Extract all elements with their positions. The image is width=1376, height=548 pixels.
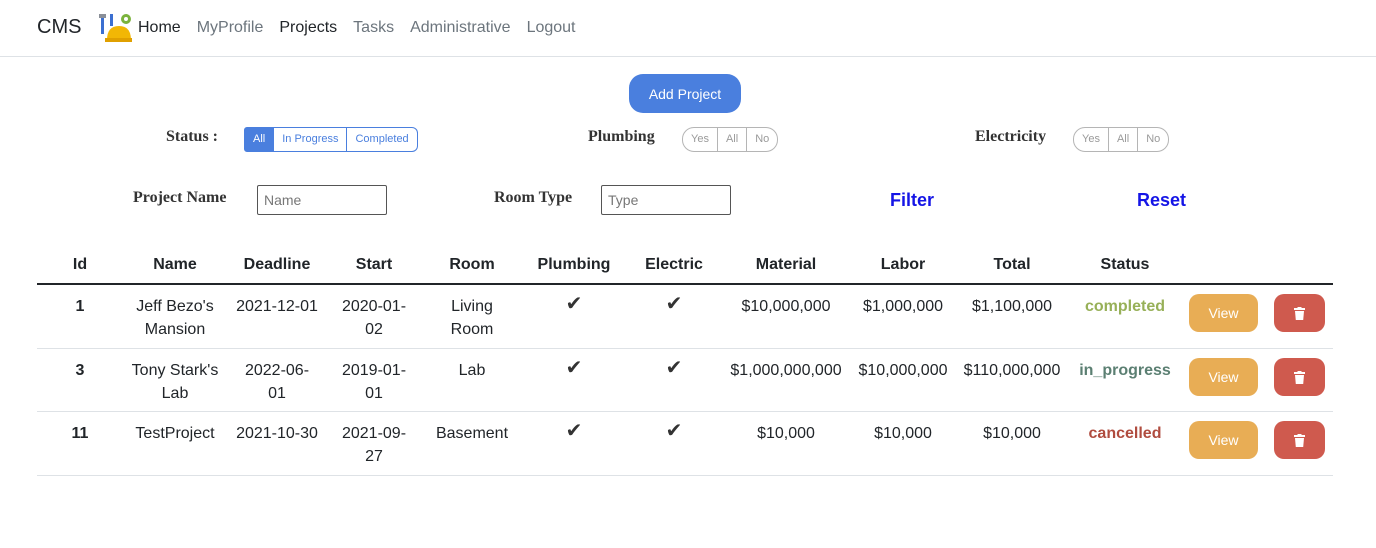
brand[interactable]: CMS (37, 16, 81, 39)
view-button[interactable]: View (1189, 421, 1258, 459)
check-icon: ✔ (565, 420, 583, 442)
cell-total: $10,000 (983, 425, 1041, 442)
plumbing-filter-group: Yes All No (682, 127, 779, 152)
status-badge: in_progress (1079, 362, 1171, 379)
project-name-label: Project Name (133, 189, 227, 206)
col-electric-header: Electric (645, 256, 703, 273)
col-status-header: Status (1100, 256, 1150, 273)
view-button[interactable]: View (1189, 358, 1258, 396)
cell-room: Living Room (450, 298, 494, 338)
cell-deadline: 2021-10-30 (236, 425, 318, 442)
table-header: Id Name Deadline Start Room Plumbing Ele… (37, 250, 1333, 285)
check-icon: ✔ (665, 293, 683, 315)
cell-room: Basement (435, 425, 509, 442)
table-row: 3 Tony Stark's Lab 2022-06-01 2019-01-01… (37, 349, 1333, 412)
check-icon: ✔ (665, 357, 683, 379)
col-material-header: Material (755, 256, 817, 273)
project-name-input[interactable] (257, 185, 387, 215)
cell-material: $10,000,000 (741, 298, 831, 315)
cell-material: $10,000 (757, 425, 815, 442)
check-icon: ✔ (565, 357, 583, 379)
plumbing-filter-label: Plumbing (588, 128, 655, 145)
electricity-filter-label: Electricity (975, 128, 1047, 145)
add-project-button[interactable]: Add Project (629, 74, 741, 113)
cell-total: $110,000,000 (963, 362, 1061, 379)
navbar: CMS Home MyProfile Projects Tasks Admini… (0, 0, 1376, 57)
check-icon: ✔ (665, 420, 683, 442)
nav-links: Home MyProfile Projects Tasks Administra… (138, 19, 592, 37)
status-badge: cancelled (1088, 425, 1162, 442)
electricity-filter-group: Yes All No (1073, 127, 1170, 152)
cell-deadline: 2022-06-01 (244, 362, 310, 402)
cell-start: 2020-01-02 (341, 298, 407, 338)
cell-start: 2019-01-01 (341, 362, 407, 402)
cell-id: 1 (75, 298, 85, 315)
col-room-header: Room (449, 256, 495, 273)
col-labor-header: Labor (880, 256, 926, 273)
check-icon: ✔ (565, 293, 583, 315)
cell-labor: $10,000 (874, 425, 932, 442)
nav-tasks[interactable]: Tasks (353, 19, 394, 37)
cell-total: $1,100,000 (971, 298, 1053, 315)
col-id-header: Id (72, 256, 88, 273)
status-all-option[interactable]: All (244, 127, 275, 152)
cell-labor: $10,000,000 (858, 362, 948, 379)
status-in-progress-option[interactable]: In Progress (274, 127, 348, 152)
status-completed-option[interactable]: Completed (347, 127, 418, 152)
table-row: 1 Jeff Bezo's Mansion 2021-12-01 2020-01… (37, 285, 1333, 349)
delete-button[interactable] (1274, 421, 1325, 459)
cell-room: Lab (458, 362, 486, 379)
delete-button[interactable] (1274, 294, 1325, 332)
cell-name: TestProject (135, 425, 215, 442)
col-deadline-header: Deadline (243, 256, 311, 273)
cell-name: Tony Stark's Lab (131, 362, 219, 402)
status-filter-label: Status : (166, 128, 219, 145)
status-filter-group: All In Progress Completed (244, 127, 418, 152)
cell-labor: $1,000,000 (862, 298, 944, 315)
cell-deadline: 2021-12-01 (236, 298, 318, 315)
col-name-header: Name (153, 256, 197, 273)
cell-start: 2021-09-27 (341, 425, 407, 465)
electricity-no-option[interactable]: No (1138, 127, 1170, 152)
col-plumbing-header: Plumbing (537, 256, 611, 273)
electricity-yes-option[interactable]: Yes (1073, 127, 1109, 152)
room-type-label: Room Type (494, 189, 573, 206)
reset-button[interactable]: Reset (1137, 190, 1186, 211)
trash-icon (1294, 371, 1305, 384)
cell-material: $1,000,000,000 (730, 362, 842, 379)
delete-button[interactable] (1274, 358, 1325, 396)
cell-name: Jeff Bezo's Mansion (136, 298, 214, 338)
nav-home[interactable]: Home (138, 19, 181, 37)
nav-projects[interactable]: Projects (279, 19, 337, 37)
trash-icon (1294, 434, 1305, 447)
table-row: 11 TestProject 2021-10-30 2021-09-27 Bas… (37, 412, 1333, 476)
view-button[interactable]: View (1189, 294, 1258, 332)
cell-id: 3 (75, 362, 85, 379)
plumbing-yes-option[interactable]: Yes (682, 127, 718, 152)
plumbing-all-option[interactable]: All (717, 127, 748, 152)
cell-id: 11 (71, 425, 89, 442)
status-badge: completed (1084, 298, 1166, 315)
filter-button[interactable]: Filter (890, 190, 934, 211)
construction-tools-icon (99, 14, 132, 42)
electricity-all-option[interactable]: All (1108, 127, 1139, 152)
nav-logout[interactable]: Logout (527, 19, 576, 37)
plumbing-no-option[interactable]: No (747, 127, 779, 152)
col-start-header: Start (355, 256, 393, 273)
nav-myprofile[interactable]: MyProfile (197, 19, 264, 37)
room-type-input[interactable] (601, 185, 731, 215)
col-total-header: Total (993, 256, 1031, 273)
trash-icon (1294, 307, 1305, 320)
nav-administrative[interactable]: Administrative (410, 19, 510, 37)
